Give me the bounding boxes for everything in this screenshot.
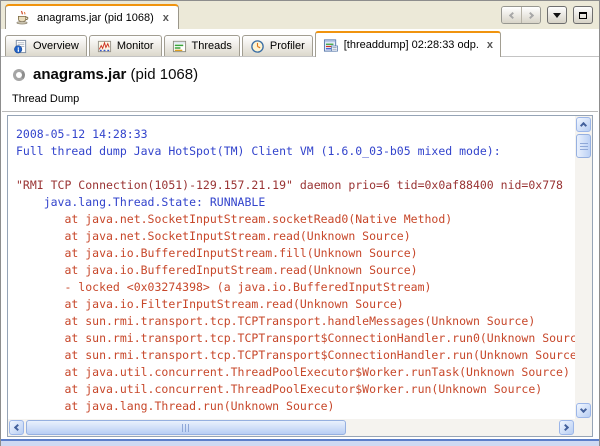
window-bottom-edge xyxy=(1,439,599,446)
dump-line: at java.lang.Thread.run(Unknown Source) xyxy=(16,398,575,415)
tab-label: Profiler xyxy=(270,40,305,52)
app-pid: (pid 1068) xyxy=(126,66,198,83)
threads-icon xyxy=(172,39,187,54)
dump-line: at java.io.FilterInputStream.read(Unknow… xyxy=(16,296,575,313)
tab-label: anagrams.jar (pid 1068) xyxy=(37,12,154,24)
dump-line: java.lang.Thread.State: RUNNABLE xyxy=(16,194,575,211)
dump-line: "RMI TCP Connection(1051)-129.157.21.19"… xyxy=(16,177,575,194)
scroll-down-button[interactable] xyxy=(576,403,591,418)
tab-threaddump[interactable]: [threaddump] 02:28:33 odp. x xyxy=(315,31,501,57)
window-controls xyxy=(501,6,593,24)
tab-label: [threaddump] 02:28:33 odp. xyxy=(344,39,479,51)
dump-line: at sun.rmi.transport.tcp.TCPTransport$Co… xyxy=(16,347,575,364)
scroll-up-button[interactable] xyxy=(576,117,591,132)
chevron-right-icon xyxy=(562,424,569,431)
visualvm-window: anagrams.jar (pid 1068) x Overview xyxy=(0,0,600,446)
application-view: Overview Monitor Threads xyxy=(1,28,599,439)
dump-line: at java.util.concurrent.ThreadPoolExecut… xyxy=(16,364,575,381)
thumb-grip xyxy=(182,424,191,432)
thumb-grip xyxy=(580,143,588,150)
monitor-icon xyxy=(97,39,112,54)
overview-icon xyxy=(13,39,28,54)
view-tabbar: Overview Monitor Threads xyxy=(1,29,599,57)
dump-line: 2008-05-12 14:28:33 xyxy=(16,126,575,143)
dump-line: - locked <0x03274398> (a java.io.Buffere… xyxy=(16,279,575,296)
vertical-scrollbar-thumb[interactable] xyxy=(576,134,591,158)
dump-line: Full thread dump Java HotSpot(TM) Client… xyxy=(16,143,575,160)
tab-profiler[interactable]: Profiler xyxy=(242,35,313,56)
close-icon[interactable]: x xyxy=(163,13,169,23)
section-title: Thread Dump xyxy=(2,89,598,112)
tab-threads[interactable]: Threads xyxy=(164,35,240,56)
triangle-down-icon xyxy=(553,13,561,18)
chevron-right-icon xyxy=(526,11,533,18)
tab-monitor[interactable]: Monitor xyxy=(89,35,162,56)
maximize-button[interactable] xyxy=(573,6,593,24)
scroll-right-button[interactable] xyxy=(559,420,574,435)
tab-label: Monitor xyxy=(117,40,154,52)
scroll-tabs-right-button[interactable] xyxy=(521,7,540,23)
page-title: anagrams.jar (pid 1068) xyxy=(33,66,198,83)
square-outline-icon xyxy=(579,12,587,19)
app-header: anagrams.jar (pid 1068) xyxy=(1,57,599,89)
close-icon[interactable]: x xyxy=(487,40,493,50)
app-name: anagrams.jar xyxy=(33,66,126,83)
scrollbar-corner xyxy=(575,419,592,436)
tab-overview[interactable]: Overview xyxy=(5,35,87,56)
chevron-up-icon xyxy=(580,122,587,129)
thread-dump-panel: 2008-05-12 14:28:33Full thread dump Java… xyxy=(7,115,593,437)
application-tabbar: anagrams.jar (pid 1068) x xyxy=(1,1,599,29)
dump-line: at java.io.BufferedInputStream.read(Unkn… xyxy=(16,262,575,279)
dump-line: at sun.rmi.transport.tcp.TCPTransport$Co… xyxy=(16,330,575,347)
dump-line: at java.net.SocketInputStream.socketRead… xyxy=(16,211,575,228)
scroll-tabs-left-button[interactable] xyxy=(502,7,521,23)
chevron-left-icon xyxy=(14,424,21,431)
vertical-scrollbar[interactable] xyxy=(575,116,592,419)
tab-label: Threads xyxy=(192,40,232,52)
tab-scroll-buttons xyxy=(501,6,541,24)
dump-line xyxy=(16,160,575,177)
dump-line: at java.io.BufferedInputStream.fill(Unkn… xyxy=(16,245,575,262)
dump-line: at java.util.concurrent.ThreadPoolExecut… xyxy=(16,381,575,398)
scroll-left-button[interactable] xyxy=(9,420,24,435)
tab-list-dropdown-button[interactable] xyxy=(547,6,567,24)
ring-icon xyxy=(13,69,25,81)
tab-label: Overview xyxy=(33,40,79,52)
profiler-icon xyxy=(250,39,265,54)
threaddump-icon xyxy=(323,38,339,53)
java-cup-icon xyxy=(15,10,31,26)
horizontal-scrollbar-thumb[interactable] xyxy=(26,420,346,435)
dump-text: 2008-05-12 14:28:33Full thread dump Java… xyxy=(8,116,575,419)
chevron-left-icon xyxy=(509,11,516,18)
dump-line: at java.net.SocketInputStream.read(Unkno… xyxy=(16,228,575,245)
horizontal-scrollbar[interactable] xyxy=(8,419,575,436)
tab-anagrams-jar[interactable]: anagrams.jar (pid 1068) x xyxy=(5,4,179,29)
dump-line: at sun.rmi.transport.tcp.TCPTransport.ha… xyxy=(16,313,575,330)
chevron-down-icon xyxy=(580,406,587,413)
